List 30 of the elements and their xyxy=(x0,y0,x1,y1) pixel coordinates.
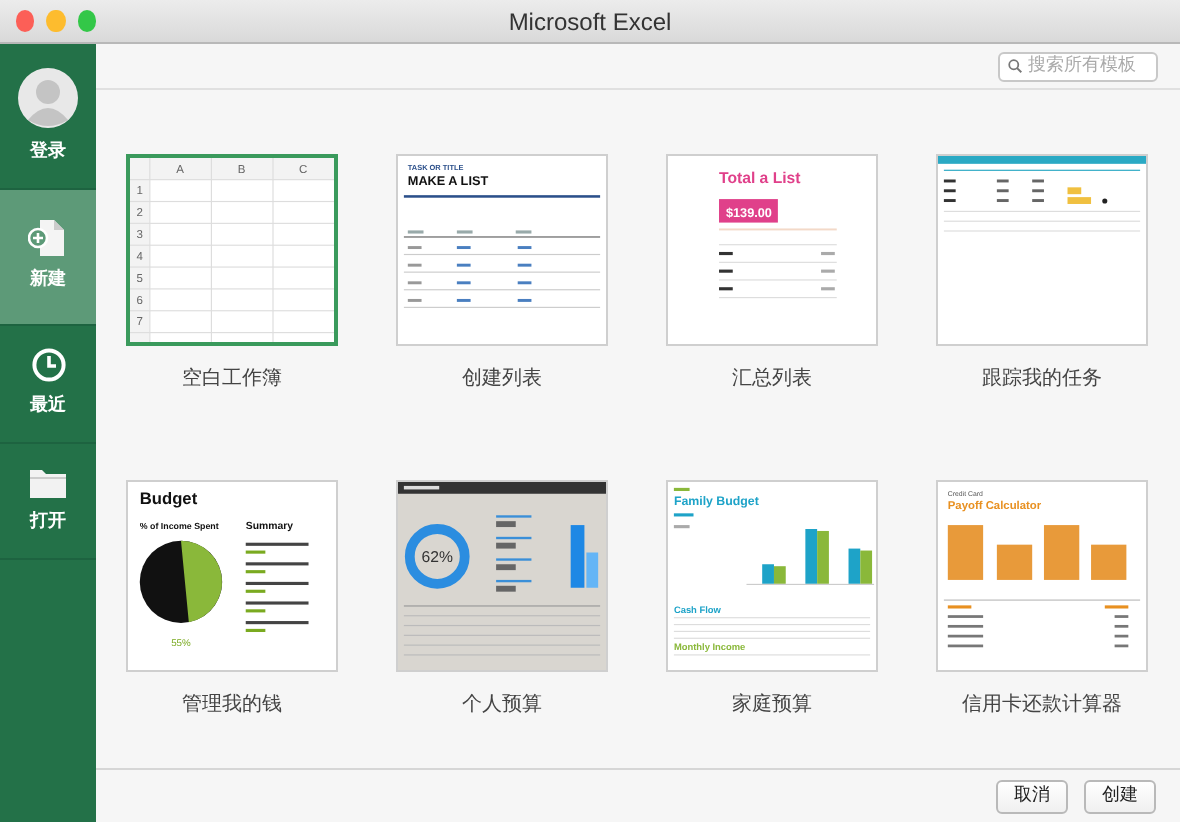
sidebar-item[interactable]: 最近 xyxy=(0,326,96,444)
sidebar-item[interactable]: 打开 xyxy=(0,444,96,560)
search-icon xyxy=(1008,58,1022,74)
bar-chart xyxy=(570,525,599,588)
template-thumbnail[interactable] xyxy=(936,154,1148,346)
window-control-icon[interactable] xyxy=(46,10,66,32)
template-name: 家庭预算 xyxy=(732,691,812,720)
sidebar-item[interactable]: 登录 xyxy=(0,44,96,190)
template-name: 空白工作簿 xyxy=(182,365,282,394)
window-title: Microsoft Excel xyxy=(508,7,672,35)
donut-chart xyxy=(404,524,470,589)
bar-chart xyxy=(762,529,873,584)
new-document-icon xyxy=(28,220,68,257)
template-name: 跟踪我的任务 xyxy=(982,365,1102,394)
sheet-title: Budget xyxy=(139,487,198,508)
template-name: 创建列表 xyxy=(462,365,542,394)
avatar-icon xyxy=(18,67,78,128)
pie-chart xyxy=(139,540,223,623)
cancel-button[interactable]: 取消 xyxy=(996,779,1068,813)
template-name: 汇总列表 xyxy=(732,365,812,394)
window-control-icon[interactable] xyxy=(77,10,96,32)
folder-icon xyxy=(30,467,66,498)
clock-icon xyxy=(31,348,65,383)
template-name: 个人预算 xyxy=(462,692,542,720)
template-name: 信用卡还款计算器 xyxy=(962,691,1122,720)
window-control-icon[interactable] xyxy=(16,10,35,32)
template-name: 管理我的钱 xyxy=(182,691,282,720)
search-field[interactable]: 搜索所有模板 xyxy=(998,51,1158,81)
create-button[interactable]: 创建 xyxy=(1084,779,1156,813)
sidebar-item[interactable]: 新建 xyxy=(0,190,96,326)
